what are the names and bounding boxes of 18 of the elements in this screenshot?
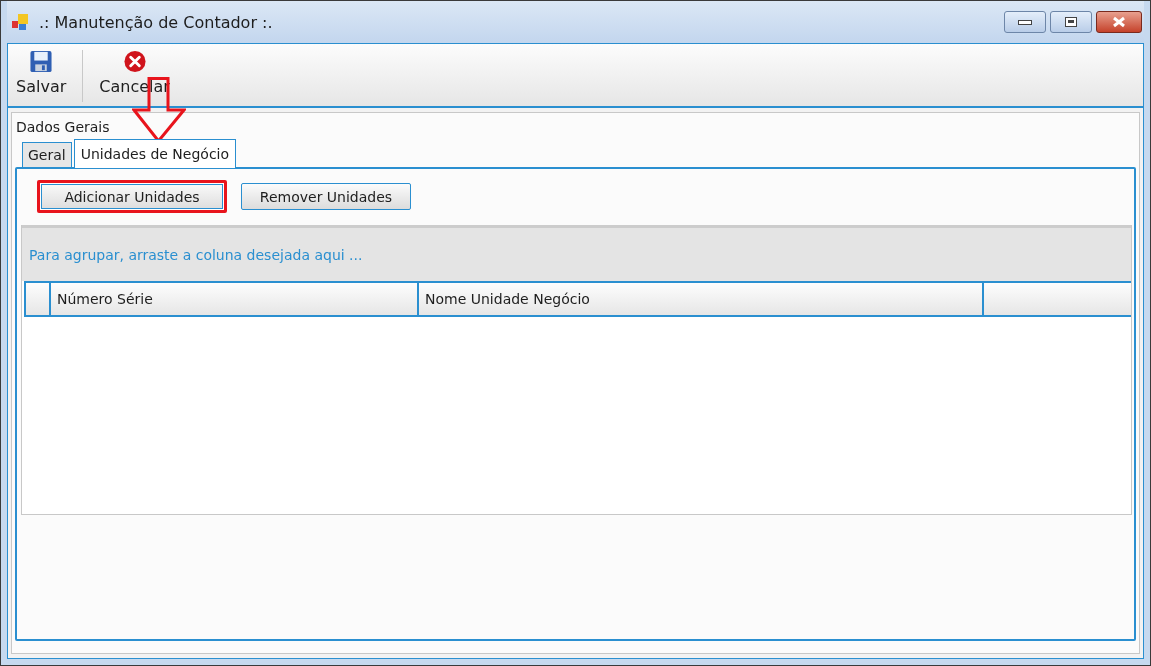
maximize-icon: [1065, 17, 1077, 27]
action-button[interactable]: Remover Unidades: [241, 183, 411, 210]
group-by-hint: Para agrupar, arraste a coluna desejada aqui ...: [29, 246, 363, 263]
cancel-icon: [122, 50, 147, 73]
column-header[interactable]: Nome Unidade Negócio: [417, 283, 982, 315]
tab[interactable]: Geral: [22, 142, 72, 167]
window-title: .: Manutenção de Contador :.: [39, 12, 274, 32]
maximize-button[interactable]: [1050, 11, 1092, 33]
close-button[interactable]: [1096, 11, 1142, 33]
group-title: Dados Gerais: [15, 118, 111, 137]
tab[interactable]: Unidades de Negócio: [73, 139, 237, 168]
minimize-icon: [1018, 19, 1032, 25]
close-icon: [1112, 16, 1126, 28]
app-icon: [11, 12, 31, 32]
column-header[interactable]: Número Série: [49, 283, 417, 315]
minimize-button[interactable]: [1004, 11, 1046, 33]
toolbar-button[interactable]: Salvar: [8, 46, 75, 98]
action-button[interactable]: Adicionar Unidades: [37, 180, 227, 213]
